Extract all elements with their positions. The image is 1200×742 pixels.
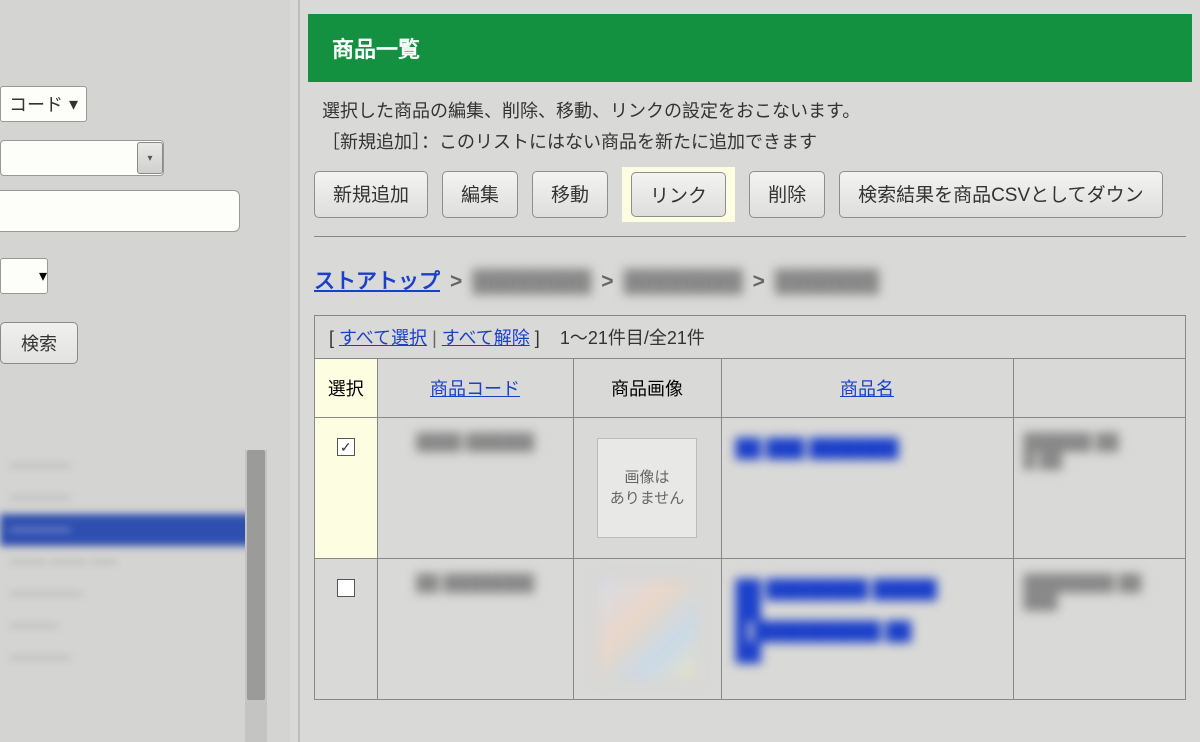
table-top-controls: [ すべて選択 | すべて解除 ] 1～21件目/全21件 xyxy=(315,316,1185,358)
row-extra-cell: ████████ █████ xyxy=(1013,559,1185,700)
row-code-cell: ██ ████████ xyxy=(377,559,573,700)
product-code: ████ ██████ xyxy=(388,434,563,452)
breadcrumb-item: ███████ xyxy=(775,270,879,294)
link-button[interactable]: リンク xyxy=(631,172,726,217)
delete-button[interactable]: 削除 xyxy=(749,171,825,218)
scrollbar-thumb[interactable] xyxy=(247,450,265,700)
description-line: 選択した商品の編集、削除、移動、リンクの設定をおこないます。 xyxy=(322,96,1178,127)
search-button[interactable]: 検索 xyxy=(0,322,78,364)
table-header-row: 選択 商品コード 商品画像 商品名 xyxy=(315,359,1185,418)
breadcrumb: ストアトップ > ████████ > ████████ > ███████ xyxy=(300,237,1200,305)
page-description: 選択した商品の編集、削除、移動、リンクの設定をおこないます。 ［新規追加］：この… xyxy=(300,82,1200,165)
breadcrumb-root[interactable]: ストアトップ xyxy=(314,265,440,295)
row-image-cell xyxy=(573,559,721,700)
checkmark-icon: ✓ xyxy=(340,440,352,454)
row-select-cell xyxy=(315,559,377,700)
list-item[interactable]: ───── xyxy=(0,642,267,674)
breadcrumb-separator: > xyxy=(450,270,462,294)
product-extra: ████████ █████ xyxy=(1024,575,1176,611)
breadcrumb-item[interactable]: ████████ xyxy=(624,270,743,294)
list-item[interactable]: ───── xyxy=(0,482,267,514)
no-image-text: 画像は ありません xyxy=(610,467,685,509)
scrollbar[interactable] xyxy=(245,450,267,742)
product-table: 選択 商品コード 商品画像 商品名 ✓ ████ ██████ 画像は xyxy=(315,358,1185,699)
row-extra-cell: ██████ ███ ██ xyxy=(1013,418,1185,559)
product-name-link[interactable]: ██ ███ ███████ xyxy=(732,434,1003,463)
deselect-all-link[interactable]: すべて解除 xyxy=(442,328,530,348)
col-image-header: 商品画像 xyxy=(573,359,721,418)
sidebar-textbox-1[interactable] xyxy=(0,190,240,232)
page-title: 商品一覧 xyxy=(308,14,1192,82)
breadcrumb-separator: > xyxy=(753,270,765,294)
chevron-down-icon: ▾ xyxy=(137,142,163,174)
sidebar-list: ───── ───── ───── ─── ─── ── ────── ────… xyxy=(0,450,267,742)
col-name-header[interactable]: 商品名 xyxy=(721,359,1013,418)
list-item[interactable]: ───── xyxy=(0,514,267,546)
table-row: ✓ ████ ██████ 画像は ありません ██ ███ ███████ █… xyxy=(315,418,1185,559)
sidebar-select-code-label: コード xyxy=(9,91,63,117)
description-line: ［新規追加］：このリストにはない商品を新たに追加できます xyxy=(322,127,1178,158)
product-name-link[interactable]: ██ ████████ ████████ ██████████ ████ xyxy=(732,575,1003,667)
new-button[interactable]: 新規追加 xyxy=(314,171,428,218)
row-name-cell: ██ ████████ ████████ ██████████ ████ xyxy=(721,559,1013,700)
move-button[interactable]: 移動 xyxy=(532,171,608,218)
bracket-close: ] xyxy=(535,328,540,348)
col-select-header: 選択 xyxy=(315,359,377,418)
row-checkbox[interactable]: ✓ xyxy=(337,438,355,456)
product-extra: ██████ ███ ██ xyxy=(1024,434,1176,470)
result-count: 1～21件目/全21件 xyxy=(560,328,705,348)
chevron-down-icon: ▾ xyxy=(69,94,78,115)
sidebar-select-code[interactable]: コード ▾ xyxy=(0,86,87,122)
toolbar: 新規追加 編集 移動 リンク 削除 検索結果を商品CSVとしてダウン xyxy=(300,165,1200,230)
link-button-highlight: リンク xyxy=(622,167,735,222)
list-item[interactable]: ───── xyxy=(0,450,267,482)
sidebar-select-2[interactable]: ▾ xyxy=(0,140,164,176)
row-code-cell: ████ ██████ xyxy=(377,418,573,559)
list-item[interactable]: ──── xyxy=(0,610,267,642)
pipe-separator: | xyxy=(432,328,442,348)
list-item[interactable]: ─── ─── ── xyxy=(0,546,267,578)
sidebar-select-3[interactable]: ▾ xyxy=(0,258,48,294)
sidebar: コード ▾ ▾ ▾ 検索 ───── ───── ───── ─── ─── ─… xyxy=(0,0,290,742)
select-all-link[interactable]: すべて選択 xyxy=(339,328,427,348)
main-panel: 商品一覧 選択した商品の編集、削除、移動、リンクの設定をおこないます。 ［新規追… xyxy=(298,0,1200,742)
page-title-text: 商品一覧 xyxy=(332,37,420,62)
col-name-link[interactable]: 商品名 xyxy=(840,379,894,399)
csv-download-button[interactable]: 検索結果を商品CSVとしてダウン xyxy=(839,171,1163,218)
breadcrumb-separator: > xyxy=(601,270,613,294)
no-image-placeholder: 画像は ありません xyxy=(597,438,697,538)
list-item[interactable]: ────── xyxy=(0,578,267,610)
breadcrumb-item[interactable]: ████████ xyxy=(472,270,591,294)
row-image-cell: 画像は ありません xyxy=(573,418,721,559)
product-image xyxy=(597,579,697,679)
chevron-down-icon: ▾ xyxy=(39,266,47,286)
edit-button[interactable]: 編集 xyxy=(442,171,518,218)
col-extra-header xyxy=(1013,359,1185,418)
row-select-cell: ✓ xyxy=(315,418,377,559)
col-code-header[interactable]: 商品コード xyxy=(377,359,573,418)
row-checkbox[interactable] xyxy=(337,579,355,597)
col-code-link[interactable]: 商品コード xyxy=(430,379,520,399)
product-table-container: [ すべて選択 | すべて解除 ] 1～21件目/全21件 選択 商品コード 商… xyxy=(314,315,1186,700)
table-row: ██ ████████ ██ ████████ ████████ ███████… xyxy=(315,559,1185,700)
search-button-label: 検索 xyxy=(21,330,57,356)
row-name-cell: ██ ███ ███████ xyxy=(721,418,1013,559)
bracket-open: [ xyxy=(329,328,339,348)
product-code: ██ ████████ xyxy=(388,575,563,593)
